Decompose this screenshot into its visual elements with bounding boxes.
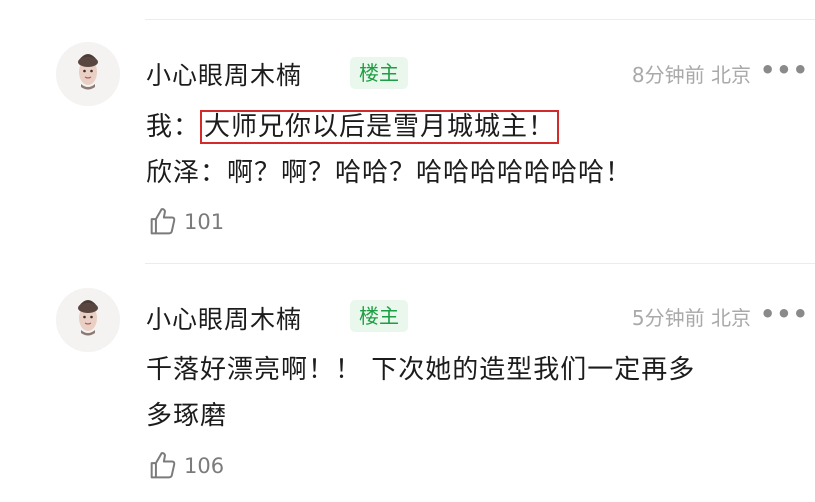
comment-text-line-1: 我： 大师兄你以后是雪月城城主！ [146,106,560,144]
like-button[interactable]: 101 [146,205,224,239]
comment-text-line-2: 欣泽：啊？啊？哈哈？哈哈哈哈哈哈哈！ [146,158,633,188]
speaker-label: 我： [146,112,201,142]
more-icon[interactable]: ••• [760,56,809,84]
thumbs-up-icon [150,208,176,235]
avatar[interactable] [56,42,120,106]
comment-text-line-1: 千落好漂亮啊！！ 下次她的造型我们一定再多 [146,355,696,385]
op-badge: 楼主 [350,57,408,89]
highlighted-quote: 大师兄你以后是雪月城城主！ [200,110,560,144]
thumbs-up-icon [150,452,176,479]
op-badge: 楼主 [350,300,408,332]
comment-divider [145,263,815,264]
like-count: 106 [184,454,225,478]
username[interactable]: 小心眼周木楠 [146,56,302,92]
top-divider [145,19,815,20]
username[interactable]: 小心眼周木楠 [146,300,302,336]
comment-time-location: 5分钟前 北京 [631,306,751,330]
like-button[interactable]: 106 [146,449,224,483]
comment-text-line-2: 多琢磨 [146,401,228,431]
more-icon[interactable]: ••• [760,300,809,328]
like-count: 101 [184,210,225,234]
comment-time-location: 8分钟前 北京 [631,63,751,87]
avatar-image [56,42,120,106]
avatar-image [56,288,120,352]
avatar[interactable] [56,288,120,352]
